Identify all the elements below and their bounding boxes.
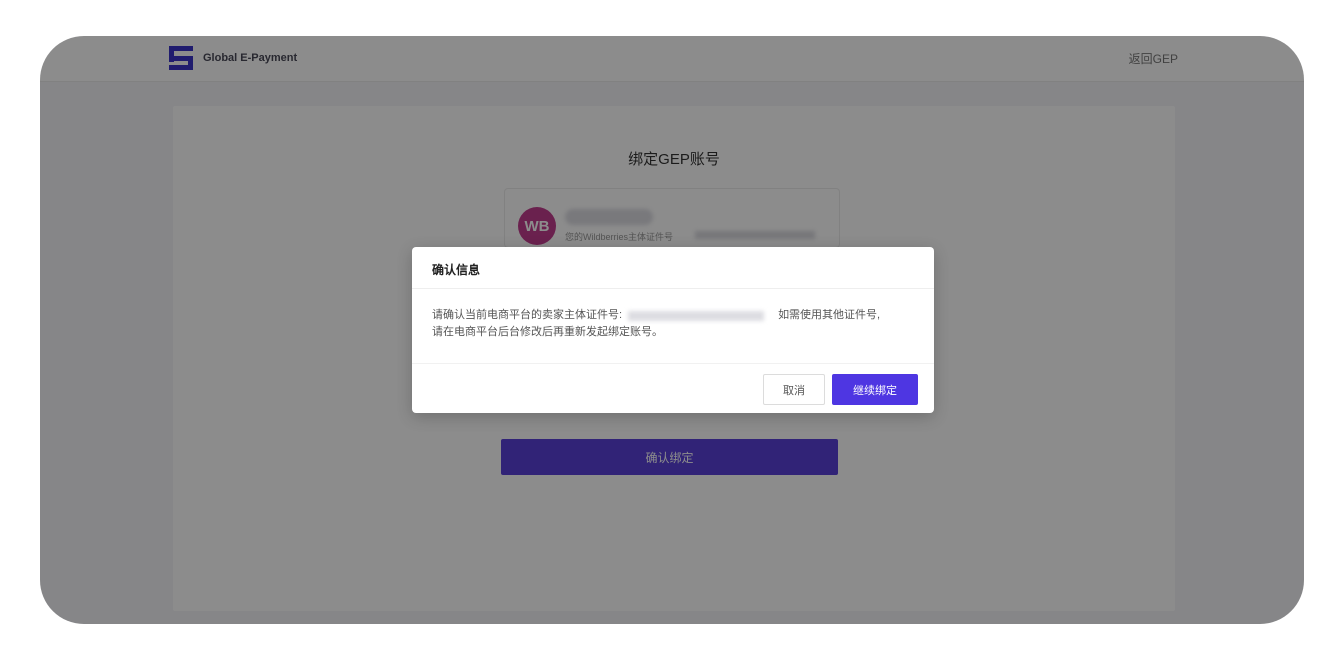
dialog-body: 请确认当前电商平台的卖家主体证件号: 如需使用其他证件号, 请在电商平台后台修改… xyxy=(412,289,934,364)
dialog-title: 确认信息 xyxy=(432,263,481,277)
dialog-body-line-1: 请确认当前电商平台的卖家主体证件号: 如需使用其他证件号, xyxy=(432,307,914,324)
dialog-footer: 取消 继续绑定 xyxy=(763,374,918,405)
confirm-dialog: 确认信息 请确认当前电商平台的卖家主体证件号: 如需使用其他证件号, 请在电商平… xyxy=(412,247,934,413)
app-window: Global E-Payment 返回GEP 绑定GEP账号 WB 您的Wild… xyxy=(40,36,1304,624)
dialog-body-suffix: 如需使用其他证件号, xyxy=(778,309,881,321)
cancel-button[interactable]: 取消 xyxy=(763,374,825,405)
dialog-body-line-2: 请在电商平台后台修改后再重新发起绑定账号。 xyxy=(432,326,663,338)
redacted-seller-id xyxy=(628,310,765,321)
dialog-header: 确认信息 xyxy=(412,247,934,289)
dialog-body-prefix: 请确认当前电商平台的卖家主体证件号: xyxy=(432,309,623,321)
continue-bind-button[interactable]: 继续绑定 xyxy=(832,374,918,405)
